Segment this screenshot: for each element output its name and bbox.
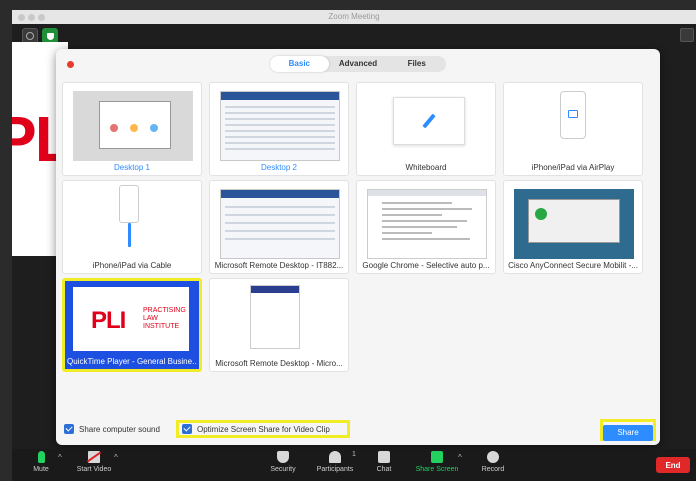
remote-desktop-micro-thumbnail <box>250 285 300 349</box>
security-button[interactable]: Security <box>266 451 300 473</box>
pli-logo-subtitle: PRACTISING LAW INSTITUTE <box>143 307 186 330</box>
participants-icon <box>329 451 341 463</box>
pli-logo-text: PLI <box>91 307 126 334</box>
tab-files[interactable]: Files <box>387 56 446 72</box>
share-computer-sound-option[interactable]: Share computer sound <box>64 424 160 434</box>
tile-label: Google Chrome - Selective auto p... <box>362 261 490 270</box>
optimize-video-clip-option[interactable]: Optimize Screen Share for Video Clip <box>182 424 330 434</box>
tile-label: Cisco AnyConnect Secure Mobilit -... <box>508 261 638 270</box>
record-button[interactable]: Record <box>478 451 508 473</box>
share-tile-whiteboard[interactable]: Whiteboard <box>356 82 496 176</box>
airplay-icon <box>568 110 578 118</box>
pencil-icon <box>422 113 436 129</box>
mute-button[interactable]: Mute <box>28 451 54 473</box>
tab-basic[interactable]: Basic <box>270 56 329 72</box>
tile-label: Microsoft Remote Desktop - IT882... <box>214 261 344 270</box>
share-tile-desktop-1[interactable]: Desktop 1 <box>62 82 202 176</box>
record-icon <box>487 451 499 463</box>
chat-button[interactable]: Chat <box>372 451 396 473</box>
iphone-airplay-icon <box>560 91 586 139</box>
audio-options-chevron-icon[interactable]: ^ <box>58 453 62 462</box>
whiteboard-thumbnail <box>393 97 465 145</box>
share-options-chevron-icon[interactable]: ^ <box>458 453 462 462</box>
tile-label: iPhone/iPad via AirPlay <box>531 163 615 172</box>
share-tile-remote-desktop-micro[interactable]: Microsoft Remote Desktop - Micro... <box>209 278 349 372</box>
meeting-toolbar: Mute ^ Start Video ^ Security Participan… <box>12 449 696 481</box>
iphone-cable-icon <box>119 185 139 223</box>
share-tile-quicktime-player[interactable]: PLI PRACTISING LAW INSTITUTE QuickTime P… <box>62 278 202 372</box>
share-tile-cisco-anyconnect[interactable]: Cisco AnyConnect Secure Mobilit -... <box>503 180 643 274</box>
tab-advanced[interactable]: Advanced <box>329 56 388 72</box>
end-meeting-button[interactable]: End <box>656 457 690 473</box>
optimize-label: Optimize Screen Share for Video Clip <box>197 424 330 434</box>
share-tabs: Basic Advanced Files <box>270 56 446 72</box>
quicktime-thumbnail: PLI PRACTISING LAW INSTITUTE <box>73 287 189 351</box>
share-screen-icon <box>431 451 443 463</box>
desktop-1-thumbnail <box>73 91 193 161</box>
start-video-button[interactable]: Start Video <box>72 451 116 473</box>
share-button[interactable]: Share <box>603 424 653 441</box>
optimize-checkbox[interactable] <box>182 424 192 434</box>
share-sound-label: Share computer sound <box>79 424 160 434</box>
dialog-bottom-bar: Share computer sound Optimize Screen Sha… <box>56 419 660 445</box>
desktop-window-preview <box>99 101 171 149</box>
tile-label: Microsoft Remote Desktop - Micro... <box>215 359 343 368</box>
video-off-icon <box>88 451 100 463</box>
tile-label: Whiteboard <box>405 163 447 172</box>
dialog-close-button[interactable] <box>67 61 74 68</box>
share-screen-dialog: Basic Advanced Files Desktop 1 Desktop 2… <box>56 49 660 445</box>
chrome-thumbnail <box>367 189 487 259</box>
share-tile-google-chrome[interactable]: Google Chrome - Selective auto p... <box>356 180 496 274</box>
chat-icon <box>378 451 390 463</box>
video-options-chevron-icon[interactable]: ^ <box>114 453 118 462</box>
share-tile-iphone-airplay[interactable]: iPhone/iPad via AirPlay <box>503 82 643 176</box>
share-screen-button[interactable]: Share Screen <box>412 451 462 473</box>
fullscreen-icon[interactable] <box>680 28 694 42</box>
share-tile-iphone-cable[interactable]: iPhone/iPad via Cable <box>62 180 202 274</box>
desktop-2-thumbnail <box>220 91 340 161</box>
tile-label: Desktop 1 <box>113 163 151 172</box>
participants-count: 1 <box>352 451 356 458</box>
share-button-highlight: Share <box>600 419 656 441</box>
share-sound-checkbox[interactable] <box>64 424 74 434</box>
tile-label: iPhone/iPad via Cable <box>92 261 172 270</box>
share-tile-desktop-2[interactable]: Desktop 2 <box>209 82 349 176</box>
shield-icon <box>277 451 289 463</box>
microphone-icon <box>37 451 45 463</box>
share-tile-remote-desktop-it[interactable]: Microsoft Remote Desktop - IT882... <box>209 180 349 274</box>
remote-desktop-thumbnail <box>220 189 340 259</box>
tile-label: QuickTime Player - General Busine... <box>67 357 197 366</box>
window-titlebar: Zoom Meeting <box>12 10 696 24</box>
cable-icon <box>128 223 131 247</box>
cisco-thumbnail <box>514 189 634 259</box>
check-icon <box>535 208 547 220</box>
window-title: Zoom Meeting <box>328 12 380 21</box>
tile-label: Desktop 2 <box>260 163 298 172</box>
